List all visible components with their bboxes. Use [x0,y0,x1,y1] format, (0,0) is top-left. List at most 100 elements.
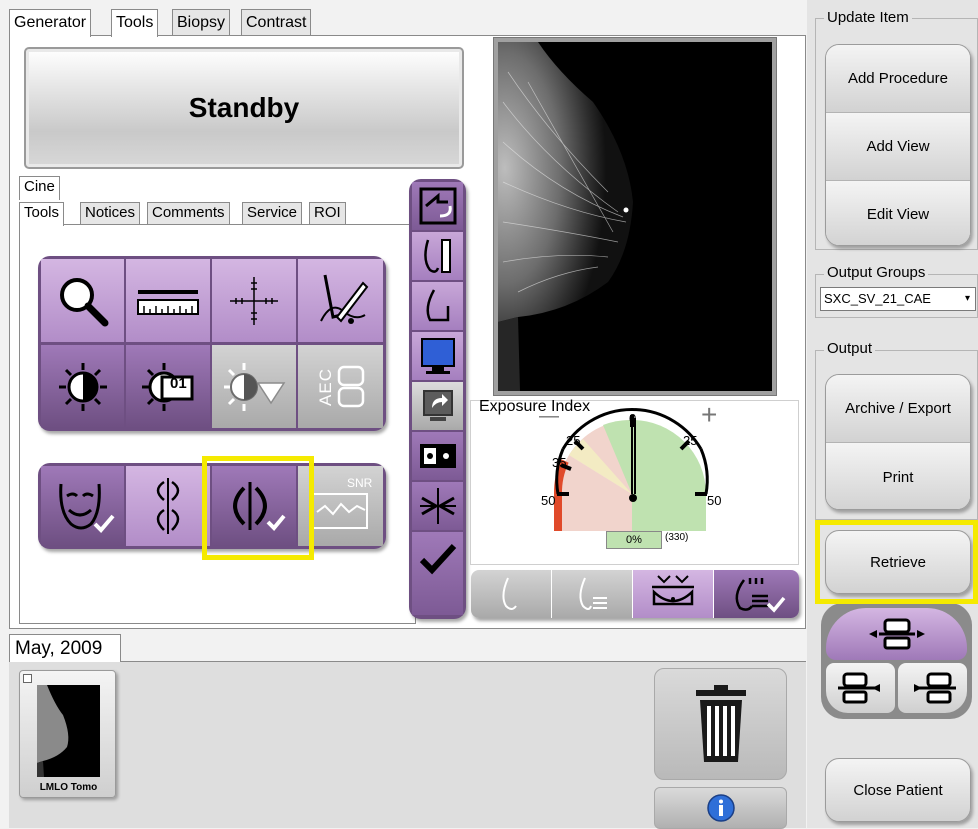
breast-lines-icon [579,577,607,610]
compression-paddle-icon [652,575,694,606]
breast-implant-icon [426,289,449,322]
chevron-down-icon: ▾ [964,293,970,304]
symmetry-button[interactable] [126,466,210,546]
breast-outline-icon [502,577,517,610]
image-preview[interactable] [493,37,777,396]
gauge-label-35: 35 [552,455,567,470]
breast-implant-check-button[interactable] [714,570,799,618]
date-tab[interactable]: May, 2009 [9,634,121,662]
delete-button[interactable] [654,668,787,780]
compress-button[interactable] [412,482,463,531]
subtab-service[interactable]: Service [242,202,303,224]
thumbnail-checkbox[interactable] [23,674,32,683]
edit-view-button[interactable]: Edit View [826,181,970,245]
preset-number: 01 [170,375,187,392]
paddle-right-icon [913,672,956,704]
monitor-icon [420,338,455,374]
exposure-percent: 0% [606,531,662,549]
aec-label: AEC [315,367,335,406]
paddle-center-button[interactable] [826,608,967,660]
ruler-icon [137,289,199,315]
subtab-roi[interactable]: ROI [309,202,346,224]
right-panel: Update Item Add Procedure Add View Edit … [807,0,978,828]
archive-export-button[interactable]: Archive / Export [826,375,970,443]
window-level-preset-button[interactable]: 01 [126,345,210,428]
magnifier-icon [59,277,108,326]
standby-status-button[interactable]: Standby [24,47,464,169]
subtab-comments[interactable]: Comments [147,202,230,224]
thumbnail-item[interactable]: LMLO Tomo [19,670,116,798]
add-procedure-button[interactable]: Add Procedure [826,45,970,113]
tab-contrast[interactable]: Contrast [241,9,312,35]
breast-measure-button[interactable] [412,232,463,281]
output-groups-select[interactable]: SXC_SV_21_CAE ▾ [820,287,976,311]
tab-generator[interactable]: Generator [9,9,92,37]
crosshair-icon [230,276,278,325]
gauge-label-50-right: 50 [707,493,722,508]
exposure-index-panel: Exposure Index — + 0 25 25 35 50 50 0% (… [470,398,799,565]
output-label: Output [824,340,876,357]
magnifier-button[interactable] [41,259,124,342]
paddle-center-icon [868,618,925,650]
window-level-button[interactable] [41,345,124,428]
compress-icon [419,488,456,524]
paddle-left-button[interactable] [826,663,895,713]
output-stack: Archive / Export Print [825,374,971,510]
aec-button[interactable]: AEC [298,345,383,428]
highlight-retrieve [815,520,978,604]
view-type-strip [471,570,799,618]
contrast-dropdown-button[interactable] [212,345,296,428]
send-icon [422,390,453,421]
gauge-label-25-right: 25 [683,433,698,448]
tab-cine[interactable]: Cine [19,176,60,200]
output-groups-value: SXC_SV_21_CAE [824,291,931,306]
breast-implant-button[interactable] [412,282,463,331]
face-check-button[interactable] [41,466,124,546]
gauge-label-25-left: 25 [566,433,581,448]
snr-label: SNR [347,476,373,490]
close-patient-button[interactable]: Close Patient [825,758,971,822]
add-view-button[interactable]: Add View [826,113,970,181]
thumbnail-label: LMLO Tomo [39,782,98,793]
gauge-label-50-left: 50 [541,493,556,508]
switch-view-button[interactable] [412,182,463,231]
switch-view-icon [419,187,456,225]
gauge-label-0: 0 [629,411,637,426]
symmetry-icon [156,478,180,534]
monitor-button[interactable] [412,332,463,381]
info-button[interactable] [654,787,787,829]
crosshair-button[interactable] [212,259,296,342]
subtab-notices[interactable]: Notices [80,202,141,224]
thumbnail-image [37,685,100,777]
pair-button[interactable] [412,432,463,481]
standby-label: Standby [188,92,300,123]
paddle-right-button[interactable] [898,663,967,713]
accept-button[interactable] [412,532,463,616]
breast-lines-button[interactable] [552,570,632,618]
image-tools-group: 01 AEC [38,256,386,431]
contrast-dropdown-icon [224,362,286,411]
output-groups-label: Output Groups [824,264,929,281]
vertical-toolbar [409,179,466,619]
subtab-tools[interactable]: Tools [19,202,65,226]
highlight-symmetry-check [202,456,314,560]
tab-tools[interactable]: Tools [111,9,159,37]
breast-outline-button[interactable] [471,570,551,618]
send-button[interactable] [412,382,463,431]
freehand-annotation-icon [319,274,368,324]
paddle-control [821,603,972,719]
window-level-icon [58,362,107,411]
mammogram-image [498,42,772,391]
exposure-count: (330) [665,532,689,543]
print-button[interactable]: Print [826,443,970,509]
info-icon [706,794,735,822]
breast-implant-check-icon [735,578,785,613]
compression-paddle-button[interactable] [633,570,713,618]
tab-biopsy[interactable]: Biopsy [172,9,231,35]
thumbnail-panel: LMLO Tomo [9,661,806,829]
ruler-button[interactable] [126,259,210,342]
update-item-label: Update Item [824,9,912,26]
freehand-annotation-button[interactable] [298,259,383,342]
paddle-left-icon [837,672,880,704]
window-level-preset-icon [142,362,194,411]
